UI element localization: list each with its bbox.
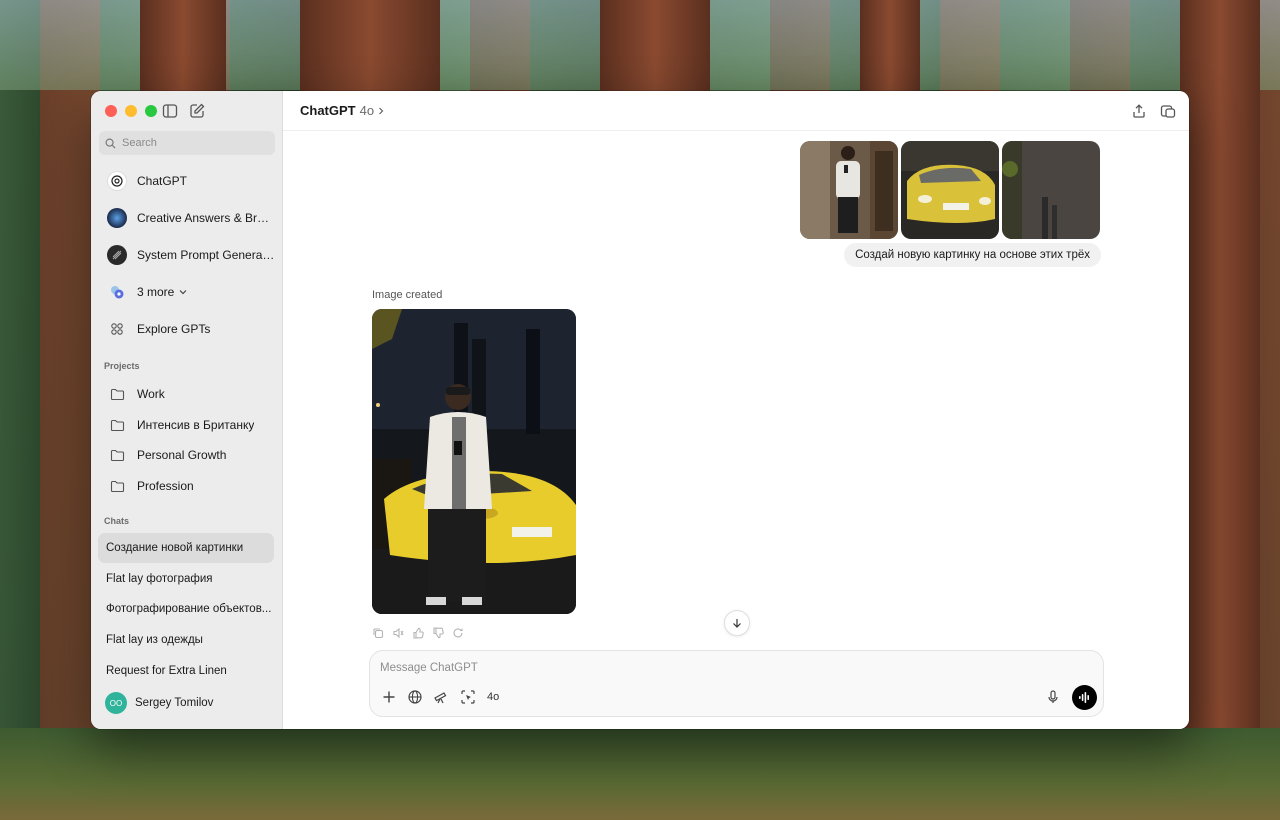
sidebar-explore-gpts[interactable]: Explore GPTs xyxy=(99,314,275,344)
chevron-right-icon[interactable] xyxy=(377,106,385,116)
select-region-icon[interactable] xyxy=(460,689,476,705)
globe-icon[interactable] xyxy=(407,689,423,705)
plus-icon[interactable] xyxy=(381,689,397,705)
user-name: Sergey Tomilov xyxy=(135,697,214,709)
sidebar-item-label: System Prompt Generator xyxy=(137,248,275,262)
regenerate-icon[interactable] xyxy=(452,626,464,638)
chat-item-label: Flat lay из одежды xyxy=(106,634,203,646)
desktop-ground xyxy=(0,728,1280,820)
project-label: Интенсив в Британку xyxy=(137,418,255,432)
folder-icon xyxy=(107,476,127,496)
gpt-avatar-icon xyxy=(107,208,127,228)
read-aloud-icon[interactable] xyxy=(392,626,404,639)
more-label: 3 more xyxy=(137,285,175,299)
chat-item[interactable]: Flat lay фотография xyxy=(98,564,274,594)
openai-logo-icon xyxy=(107,171,127,191)
project-item-work[interactable]: Work xyxy=(99,379,275,409)
project-label: Personal Growth xyxy=(137,448,227,462)
explore-label: Explore GPTs xyxy=(137,322,211,336)
chat-item[interactable]: Создание новой картинки xyxy=(98,533,274,563)
share-icon[interactable] xyxy=(1131,103,1147,119)
chat-item[interactable]: Фотографирование объектов... xyxy=(98,594,274,624)
sidebar-item-system-prompt[interactable]: System Prompt Generator xyxy=(99,240,275,270)
chat-item-label: Request for Extra Linen xyxy=(106,665,227,677)
telescope-icon[interactable] xyxy=(433,689,449,705)
model-selector-version[interactable]: 4o xyxy=(360,103,374,118)
thumbs-down-icon[interactable] xyxy=(432,626,444,639)
sidebar-more-button[interactable]: 3 more xyxy=(99,277,275,307)
copy-icon[interactable] xyxy=(372,626,384,639)
search-placeholder: Search xyxy=(122,137,157,149)
user-profile[interactable]: OO Sergey Tomilov xyxy=(105,692,213,714)
image-created-label: Image created xyxy=(372,289,443,301)
sidebar-item-chatgpt[interactable]: ChatGPT xyxy=(99,166,275,196)
sidebar: Search ChatGPT Creative Answers & Brai..… xyxy=(91,91,283,729)
model-selector-title[interactable]: ChatGPT xyxy=(300,103,356,118)
chat-item-label: Flat lay фотография xyxy=(106,573,213,585)
new-chat-icon[interactable] xyxy=(188,102,206,120)
chats-section-title: Chats xyxy=(104,516,130,526)
scroll-to-bottom-button[interactable] xyxy=(724,610,750,636)
project-item-personal-growth[interactable]: Personal Growth xyxy=(99,440,275,470)
zoom-button[interactable] xyxy=(145,105,157,117)
chat-item-label: Создание новой картинки xyxy=(106,542,244,554)
sidebar-item-label: Creative Answers & Brai... xyxy=(137,211,275,225)
project-label: Work xyxy=(137,387,165,401)
close-button[interactable] xyxy=(105,105,117,117)
search-icon xyxy=(105,138,116,149)
main-panel: ChatGPT 4o Создай новую картинку на осно… xyxy=(283,91,1189,729)
more-gpts-icon xyxy=(107,282,127,302)
composer-model-label[interactable]: 4o xyxy=(487,691,499,703)
message-composer: 4o xyxy=(369,650,1104,717)
sidebar-toggle-icon[interactable] xyxy=(161,102,179,120)
chatgpt-window: Search ChatGPT Creative Answers & Brai..… xyxy=(91,91,1189,729)
generated-image[interactable] xyxy=(372,309,576,614)
chevron-down-icon xyxy=(179,290,187,295)
sidebar-item-creative-answers[interactable]: Creative Answers & Brai... xyxy=(99,203,275,233)
chat-item-label: Фотографирование объектов... xyxy=(106,603,272,615)
project-item-intensive[interactable]: Интенсив в Британку xyxy=(99,410,275,440)
uploaded-image-city[interactable] xyxy=(1002,141,1100,239)
new-window-icon[interactable] xyxy=(1160,103,1176,119)
microphone-icon[interactable] xyxy=(1045,689,1061,705)
thumbs-up-icon[interactable] xyxy=(412,626,424,639)
project-label: Profession xyxy=(137,479,194,493)
folder-icon xyxy=(107,415,127,435)
uploaded-image-person[interactable] xyxy=(800,141,898,239)
window-controls xyxy=(105,105,157,117)
chat-item[interactable]: Flat lay из одежды xyxy=(98,625,274,655)
search-input[interactable]: Search xyxy=(99,131,275,155)
message-actions xyxy=(372,626,464,639)
sidebar-item-label: ChatGPT xyxy=(137,174,188,188)
gpt-avatar-icon xyxy=(107,245,127,265)
minimize-button[interactable] xyxy=(125,105,137,117)
folder-icon xyxy=(107,445,127,465)
top-bar: ChatGPT 4o xyxy=(283,91,1189,131)
folder-icon xyxy=(107,384,127,404)
user-message-bubble: Создай новую картинку на основе этих трё… xyxy=(844,243,1101,267)
project-item-profession[interactable]: Profession xyxy=(99,471,275,501)
grid-icon xyxy=(107,319,127,339)
waveform-icon xyxy=(1079,692,1089,703)
message-input[interactable] xyxy=(380,658,980,678)
tree-trunk xyxy=(1180,0,1260,820)
avatar: OO xyxy=(105,692,127,714)
uploaded-image-car[interactable] xyxy=(901,141,999,239)
arrow-down-icon xyxy=(733,619,741,628)
projects-section-title: Projects xyxy=(104,361,140,371)
voice-mode-button[interactable] xyxy=(1072,685,1097,710)
chat-item[interactable]: Request for Extra Linen xyxy=(98,656,274,686)
